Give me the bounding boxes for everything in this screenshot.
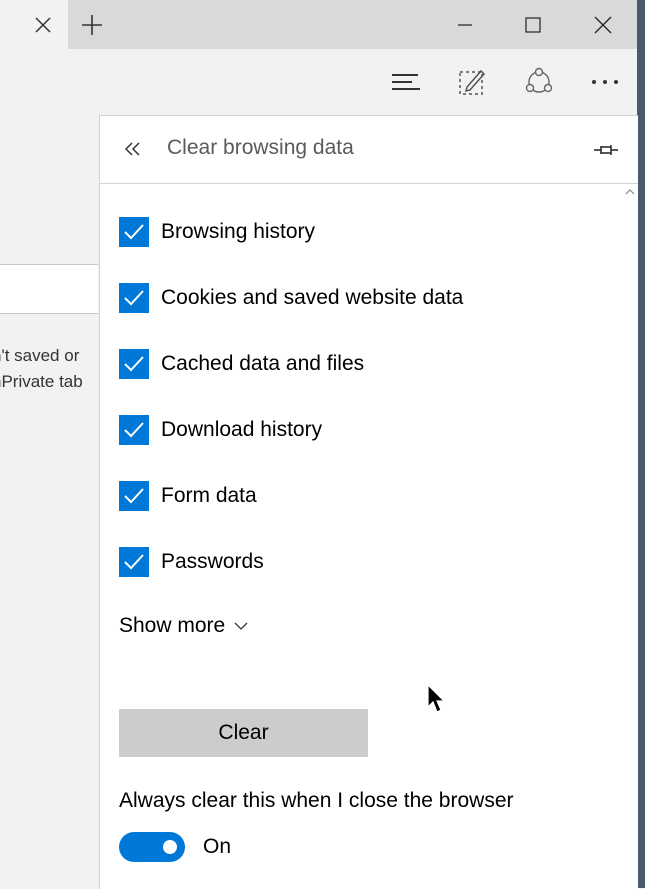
checkmark-icon — [124, 224, 144, 240]
more-button[interactable] — [587, 64, 623, 100]
option-form-data[interactable]: Form data — [119, 481, 257, 511]
share-icon — [525, 67, 553, 93]
option-label: Passwords — [161, 550, 264, 573]
panel-title: Clear browsing data — [167, 136, 354, 159]
option-cached-data[interactable]: Cached data and files — [119, 349, 364, 379]
browser-toolbar — [0, 49, 637, 115]
chevron-down-icon — [233, 621, 249, 631]
checkmark-icon — [124, 356, 144, 372]
checkmark-icon — [124, 554, 144, 570]
option-label: Browsing history — [161, 220, 316, 243]
option-passwords[interactable]: Passwords — [119, 547, 264, 577]
clear-button[interactable]: Clear — [119, 709, 368, 757]
option-label: Form data — [161, 484, 257, 507]
option-label: Cached data and files — [161, 352, 365, 375]
scroll-up-button[interactable] — [624, 186, 636, 198]
toggle-knob — [163, 840, 177, 854]
page-text-line: nPrivate tab — [0, 372, 100, 392]
checkmark-icon — [124, 422, 144, 438]
pin-button[interactable] — [592, 138, 620, 162]
address-field[interactable] — [0, 264, 98, 314]
web-note-icon — [459, 69, 486, 95]
maximize-icon — [525, 17, 541, 33]
checkmark-icon — [124, 290, 144, 306]
back-button[interactable] — [120, 136, 146, 162]
maximize-button[interactable] — [515, 10, 551, 40]
hub-button[interactable] — [388, 64, 424, 100]
page-text: nPrivate tab — [0, 372, 83, 391]
panel-header: Clear browsing data — [100, 116, 638, 184]
show-more-button[interactable]: Show more — [119, 614, 249, 638]
page-content — [0, 115, 100, 888]
double-chevron-left-icon — [124, 142, 140, 156]
share-button[interactable] — [521, 64, 557, 100]
option-label: Cookies and saved website data — [161, 286, 464, 309]
mouse-cursor-icon — [427, 684, 445, 713]
show-more-label: Show more — [119, 614, 226, 637]
minimize-button[interactable] — [447, 10, 483, 40]
option-label: Download history — [161, 418, 323, 441]
checkbox[interactable] — [119, 415, 149, 445]
checkbox[interactable] — [119, 547, 149, 577]
checkmark-icon — [124, 488, 144, 504]
web-note-button[interactable] — [454, 64, 490, 100]
always-clear-label: Always clear this when I close the brows… — [119, 789, 514, 812]
always-clear-toggle[interactable] — [119, 832, 185, 862]
hub-icon — [392, 74, 420, 90]
more-icon — [592, 80, 618, 84]
close-icon — [35, 17, 51, 33]
checkbox[interactable] — [119, 481, 149, 511]
title-bar — [0, 0, 645, 49]
option-browsing-history[interactable]: Browsing history — [119, 217, 315, 247]
plus-icon — [82, 15, 102, 35]
checkbox[interactable] — [119, 349, 149, 379]
pin-icon — [594, 145, 618, 155]
checkbox[interactable] — [119, 217, 149, 247]
option-download-history[interactable]: Download history — [119, 415, 322, 445]
window-close-button[interactable] — [585, 10, 621, 40]
minimize-icon — [458, 24, 472, 26]
new-tab-button[interactable] — [80, 13, 104, 37]
close-icon — [594, 16, 612, 34]
page-text: n't saved or — [0, 346, 80, 365]
page-text-line: n't saved or — [0, 346, 100, 366]
window-edge — [637, 0, 645, 888]
option-cookies[interactable]: Cookies and saved website data — [119, 283, 463, 313]
chevron-up-icon — [625, 189, 635, 195]
toggle-state-label: On — [203, 835, 232, 858]
tab-close-button[interactable] — [32, 14, 54, 36]
checkbox[interactable] — [119, 283, 149, 313]
clear-browsing-data-panel: Clear browsing data Browsing history Coo… — [99, 115, 638, 889]
active-tab[interactable] — [0, 0, 68, 49]
